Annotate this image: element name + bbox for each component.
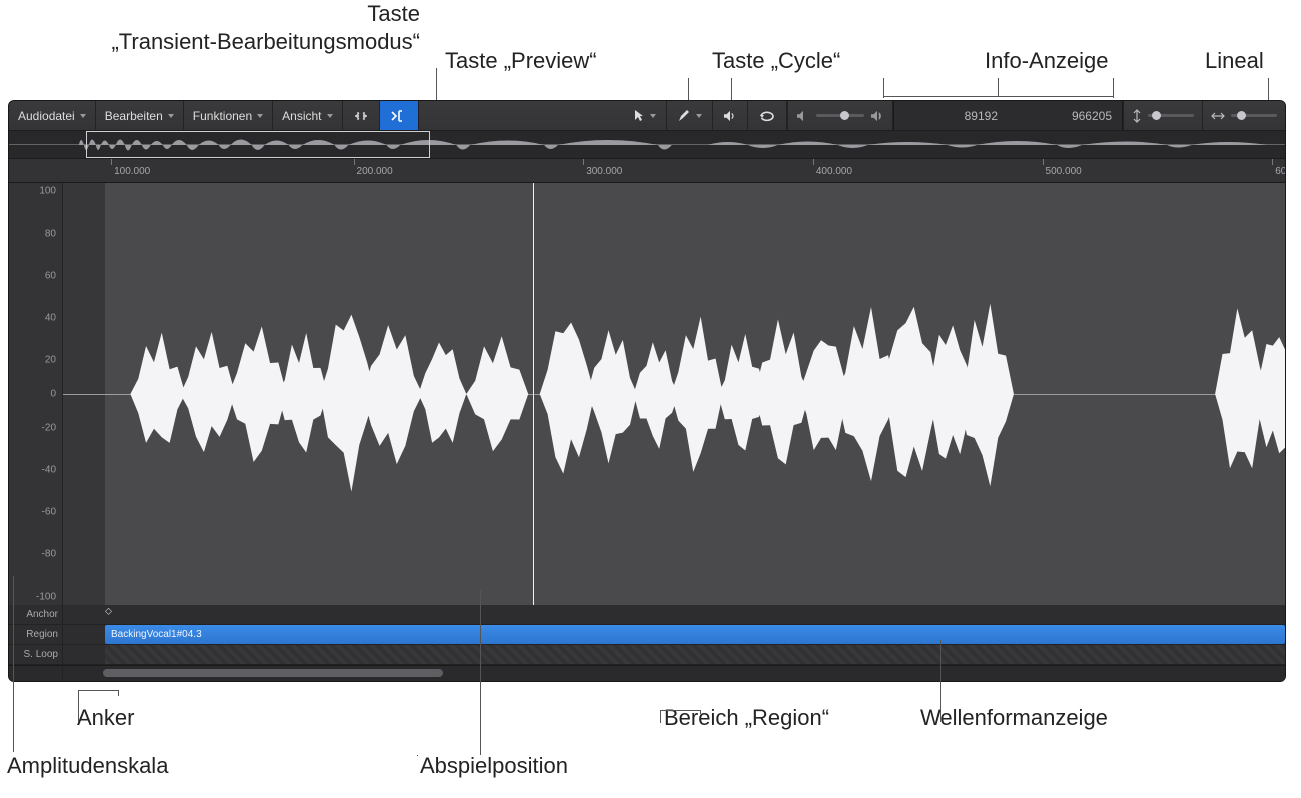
horizontal-zoom-icon [1211,111,1225,121]
pointer-tool-button[interactable] [623,101,667,130]
menu-functions[interactable]: Funktionen [184,101,273,130]
row-label-anchor: Anchor [9,605,62,625]
callout-waveform-label: Wellenformanzeige [920,705,1108,731]
cycle-button[interactable] [748,101,787,130]
callout-amplitude-label: Amplitudenskala [7,753,168,779]
amplitude-tick: 80 [45,228,56,239]
amplitude-tick: -40 [42,464,56,475]
callout-anchor-label: Anker [77,705,134,731]
overview-waveform[interactable] [9,131,1285,159]
amplitude-tick: 0 [50,389,56,400]
callout-region-label: Bereich „Region“ [664,705,829,731]
amplitude-tick: -60 [42,507,56,518]
amplitude-tick: -100 [36,591,56,602]
pencil-tool-button[interactable] [667,101,713,130]
menu-view[interactable]: Ansicht [273,101,342,130]
main-area: 100 80 60 40 20 0 -20 -40 -60 -80 -100 [9,183,1285,605]
amplitude-tick: 60 [45,270,56,281]
callout-transient-label: Taste „Transient-Bearbeitungsmodus“ [10,0,420,55]
callout-preview-label: Taste „Preview“ [445,48,597,74]
horizontal-zoom-slider[interactable] [1202,101,1285,130]
audio-file-editor: Audiodatei Bearbeiten Funktionen Ansicht [8,100,1286,682]
callout-ruler-label: Lineal [1205,48,1264,74]
region-strip: Anchor Region S. Loop ⬦ BackingVocal1#04… [9,605,1285,665]
anchor-marker[interactable]: ⬦ [105,606,112,617]
amplitude-tick: -20 [42,422,56,433]
menu-audiofile[interactable]: Audiodatei [9,101,96,130]
loop-track[interactable] [63,645,1285,665]
region-track[interactable]: BackingVocal1#04.3 [63,625,1285,645]
amplitude-tick: -80 [42,549,56,560]
amplitude-scale: 100 80 60 40 20 0 -20 -40 -60 -80 -100 [9,183,63,605]
amplitude-tick: 100 [39,186,56,197]
info-display: 89192 966205 [893,101,1123,130]
info-value-left: 89192 [894,109,1008,123]
ruler[interactable]: 100.000200.000300.000400.000500.000600.0… [9,159,1285,183]
vertical-zoom-icon [1132,109,1142,123]
callout-playhead-label: Abspielposition [420,753,568,779]
vertical-zoom-slider[interactable] [1123,101,1202,130]
amplitude-tick: 40 [45,313,56,324]
volume-high-icon [870,110,884,122]
info-value-right: 966205 [1008,109,1122,123]
overview-visible-window[interactable] [86,131,431,158]
region-name: BackingVocal1#04.3 [111,629,202,640]
horizontal-scrollbar[interactable] [9,665,1285,681]
flex-mode-button[interactable] [380,101,419,130]
callout-info-label: Info-Anzeige [985,48,1109,74]
anchor-track[interactable]: ⬦ [63,605,1285,625]
row-label-region: Region [9,625,62,645]
callout-cycle-label: Taste „Cycle“ [712,48,840,74]
volume-slider[interactable] [787,101,893,130]
transient-edit-mode-button[interactable] [343,101,380,130]
toolbar: Audiodatei Bearbeiten Funktionen Ansicht [9,101,1285,131]
menu-edit[interactable]: Bearbeiten [96,101,184,130]
playhead[interactable] [533,183,534,605]
waveform-display[interactable] [63,183,1285,605]
region-bar[interactable]: BackingVocal1#04.3 [105,625,1285,644]
volume-low-icon [796,110,810,122]
preview-button[interactable] [713,101,748,130]
amplitude-tick: 20 [45,355,56,366]
row-label-loop: S. Loop [9,645,62,665]
